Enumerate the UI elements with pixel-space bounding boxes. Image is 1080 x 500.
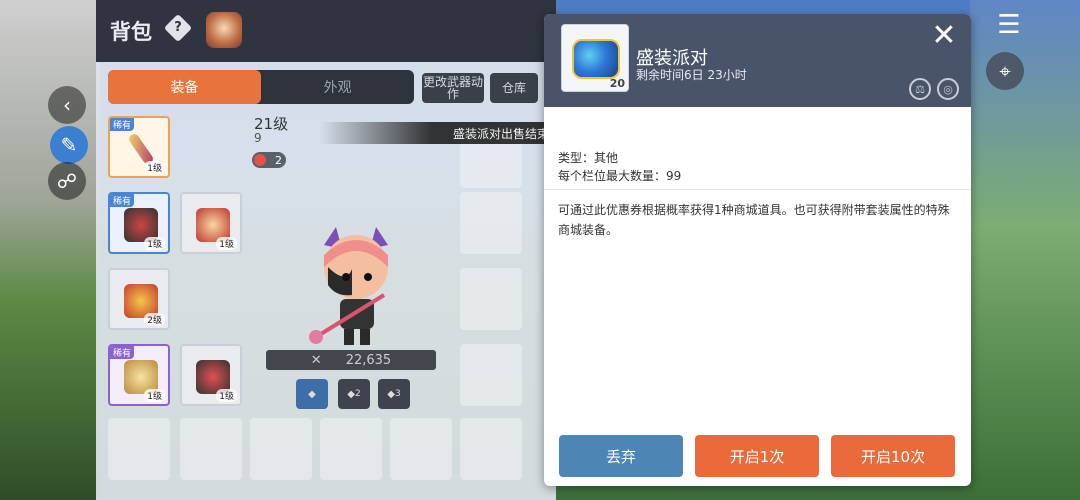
armor-slot[interactable]: 2级 [108,268,170,330]
slot-level: 1级 [144,237,165,250]
close-icon: ✕ [931,17,957,53]
compare-icon[interactable]: ⚖ [909,78,931,100]
star-badge: 2 [252,152,286,168]
open-once-button[interactable]: 开启1次 [695,435,819,477]
rarity-badge: 稀有 [110,118,135,131]
back-arrow-icon[interactable]: ‹ [48,86,86,124]
handshake-icon[interactable]: ☍ [48,162,86,200]
map-pin-icon[interactable]: ⌖ [986,52,1024,90]
cat-mask-icon: ◆ [308,388,316,400]
preset-button-3[interactable]: ◆ 3 [378,379,410,409]
item-icon-frame: 20 [561,24,629,92]
open-ten-button[interactable]: 开启10次 [831,435,955,477]
item-type: 类型：其他 [558,151,619,165]
accessory-slot[interactable] [250,418,312,480]
rarity-badge: 稀有 [110,194,135,207]
character-level-sub: 9 [254,131,262,145]
help-icon[interactable]: ? [163,13,193,43]
tab-equipment[interactable]: 装备 [108,70,261,104]
item-remaining-time: 剩余时间6日 23小时 [636,68,747,82]
rarity-badge: 稀有 [110,346,135,359]
accessory-slot[interactable] [390,418,452,480]
item-max-stack: 每个栏位最大数量：99 [558,169,682,183]
preset-button-2[interactable]: ◆ 2 [338,379,370,409]
secondary-slot[interactable]: 稀有 1级 [108,192,170,254]
inventory-tabs: 装备 外观 [108,70,414,104]
change-weapon-action-button[interactable]: 更改武器动作 [422,73,484,103]
accessory-slot[interactable] [460,418,522,480]
slot-level: 1级 [216,237,237,250]
accessory-slot[interactable] [320,418,382,480]
inventory-panel: 背包 ? 装备 外观 更改武器动作 仓库 稀有 1级 稀有 1级 1级 2级 稀… [96,0,556,500]
weapon-slot[interactable]: 稀有 1级 [108,116,170,178]
star-icon [254,154,266,166]
sword-icon: ✕ [310,352,322,368]
ring-slot[interactable] [460,192,522,254]
earring-slot[interactable] [460,344,522,406]
slot-level: 2级 [144,313,165,326]
tab-appearance[interactable]: 外观 [261,70,414,104]
slot-level: 1级 [144,161,165,174]
coupon-icon [572,39,620,79]
slot-level: 1级 [144,389,165,402]
warehouse-button[interactable]: 仓库 [490,73,538,103]
item-count: 20 [609,77,625,90]
preset-button-1[interactable]: ◆ [296,379,328,409]
item-description: 可通过此优惠券根据概率获得1种商城道具。也可获得附带套装属性的特殊商城装备。 [558,203,950,237]
slot-level: 1级 [216,389,237,402]
menu-icon[interactable]: ☰ [990,6,1028,44]
cat-mask-icon: ◆ [347,388,355,400]
scroll-icon[interactable]: ✎ [50,126,88,164]
hat-slot[interactable]: 稀有 1级 [108,344,170,406]
character-avatar [306,225,406,350]
accessory-slot[interactable] [108,418,170,480]
avatar[interactable] [206,12,242,48]
item-detail-popup: 20 盛装派对 剩余时间6日 23小时 ✕ ⚖ ◎ 类型：其他 每个栏位最大数量… [544,14,971,486]
discard-button[interactable]: 丢弃 [559,435,683,477]
shoes-slot[interactable]: 1级 [180,344,242,406]
divider [544,189,971,190]
combat-power: ✕ 22,635 [266,350,436,370]
glove-slot[interactable]: 1级 [180,192,242,254]
popup-header: 20 盛装派对 剩余时间6日 23小时 ✕ ⚖ ◎ [544,14,971,107]
cat-mask-icon: ◆ [387,388,395,400]
inventory-header: 背包 ? [96,0,556,62]
close-button[interactable]: ✕ [927,17,961,53]
inventory-title: 背包 [110,20,152,44]
ring-slot[interactable] [460,268,522,330]
lock-icon[interactable]: ◎ [937,78,959,100]
game-background-left [0,0,100,500]
accessory-slot[interactable] [180,418,242,480]
